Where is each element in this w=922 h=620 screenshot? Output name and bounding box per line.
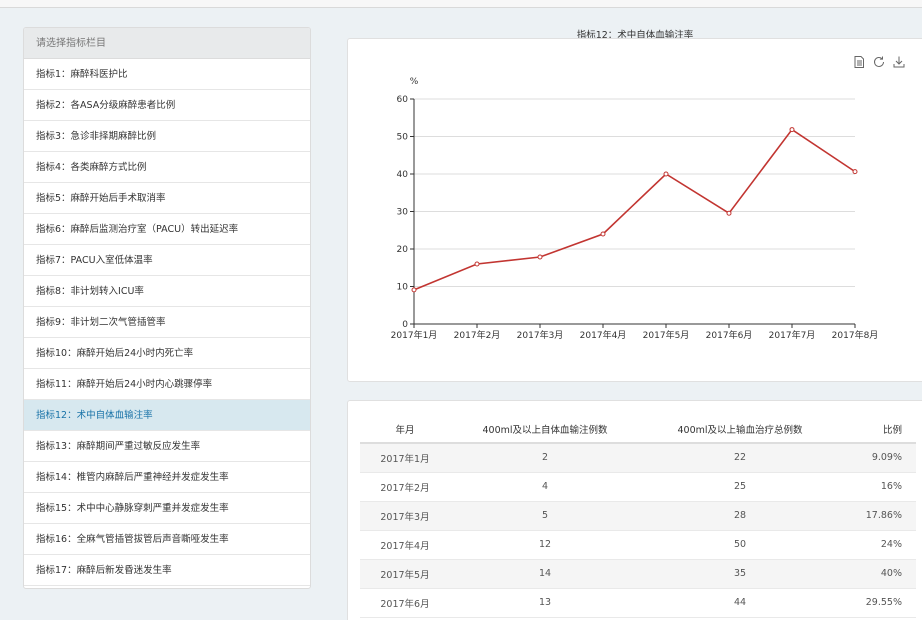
- data-point: [726, 210, 732, 216]
- cell-transfusion-total: 44: [640, 588, 840, 618]
- cell-transfusion-total: 22: [640, 443, 840, 473]
- column-header-ratio: 比例: [840, 415, 916, 444]
- table-row: 2017年4月 12 50 24%: [360, 530, 916, 560]
- sidebar-item-indicator-4[interactable]: 指标4：各类麻醉方式比例: [24, 152, 310, 183]
- data-table: 年月 400ml及以上自体血输注例数 400ml及以上输血治疗总例数 比例 20…: [360, 415, 916, 618]
- data-point: [411, 287, 417, 293]
- x-tick-label: 2017年2月: [454, 329, 501, 341]
- data-point: [600, 231, 606, 237]
- series-line: [413, 128, 856, 291]
- cell-autologous-count: 2: [450, 443, 640, 473]
- sidebar-item-indicator-1[interactable]: 指标1：麻醉科医护比: [24, 59, 310, 90]
- table-row: 2017年5月 14 35 40%: [360, 559, 916, 589]
- table-header-row: 年月 400ml及以上自体血输注例数 400ml及以上输血治疗总例数 比例: [360, 415, 916, 444]
- cell-month: 2017年3月: [360, 501, 450, 531]
- cell-month: 2017年2月: [360, 472, 450, 502]
- cell-autologous-count: 14: [450, 559, 640, 589]
- table-panel: 年月 400ml及以上自体血输注例数 400ml及以上输血治疗总例数 比例 20…: [347, 400, 922, 620]
- x-tick-label: 2017年6月: [706, 329, 753, 341]
- cell-autologous-count: 13: [450, 588, 640, 618]
- y-tick-label: 10: [397, 283, 409, 293]
- y-tick-label: 60: [397, 95, 409, 105]
- cell-autologous-count: 12: [450, 530, 640, 560]
- cell-month: 2017年1月: [360, 443, 450, 473]
- y-tick-label: 30: [397, 208, 409, 218]
- sidebar-item-indicator-17[interactable]: 指标17：麻醉后新发昏迷发生率: [24, 555, 310, 586]
- sidebar-item-indicator-6[interactable]: 指标6：麻醉后监测治疗室（PACU）转出延迟率: [24, 214, 310, 245]
- data-point: [663, 171, 669, 177]
- x-tick-label: 2017年7月: [769, 329, 816, 341]
- sidebar-item-indicator-14[interactable]: 指标14：椎管内麻醉后严重神经并发症发生率: [24, 462, 310, 493]
- cell-ratio: 9.09%: [840, 443, 916, 473]
- cell-ratio: 29.55%: [840, 588, 916, 618]
- indicator-sidebar: 请选择指标栏目 指标1：麻醉科医护比 指标2：各ASA分级麻醉患者比例 指标3：急诊…: [23, 27, 311, 589]
- sidebar-item-indicator-13[interactable]: 指标13：麻醉期间严重过敏反应发生率: [24, 431, 310, 462]
- data-point: [789, 127, 795, 133]
- sidebar-item-indicator-15[interactable]: 指标15：术中中心静脉穿刺严重并发症发生率: [24, 493, 310, 524]
- line-chart: 0 10 20 30 40 50 60% 2017年1月 2017年2月 2017年3月 2017年…: [391, 77, 879, 341]
- sidebar-item-indicator-10[interactable]: 指标10：麻醉开始后24小时内死亡率: [24, 338, 310, 369]
- table-body: 2017年1月 2 22 9.09% 2017年2月 4 25 16% 2017年3月 5 28 17…: [360, 443, 916, 618]
- column-header-month: 年月: [360, 415, 450, 444]
- x-tick-label: 2017年5月: [643, 329, 690, 341]
- data-point: [852, 169, 858, 175]
- x-tick-label: 2017年3月: [517, 329, 564, 341]
- data-point: [537, 254, 543, 260]
- cell-month: 2017年5月: [360, 559, 450, 589]
- sidebar-item-indicator-8[interactable]: 指标8：非计划转入ICU率: [24, 276, 310, 307]
- sidebar-item-indicator-2[interactable]: 指标2：各ASA分级麻醉患者比例: [24, 90, 310, 121]
- sidebar-item-indicator-3[interactable]: 指标3：急诊非择期麻醉比例: [24, 121, 310, 152]
- table-row: 2017年3月 5 28 17.86%: [360, 501, 916, 531]
- cell-ratio: 40%: [840, 559, 916, 589]
- table-row: 2017年1月 2 22 9.09%: [360, 443, 916, 473]
- sidebar-item-indicator-12[interactable]: 指标12：术中自体血输注率: [24, 400, 310, 431]
- column-header-transfusion-total: 400ml及以上输血治疗总例数: [640, 415, 840, 444]
- cell-transfusion-total: 28: [640, 501, 840, 531]
- x-tick-label: 2017年8月: [832, 329, 879, 341]
- y-axis-label: %: [410, 77, 419, 87]
- y-tick-label: 50: [397, 133, 409, 143]
- data-point: [474, 261, 480, 267]
- sidebar-list: 指标1：麻醉科医护比 指标2：各ASA分级麻醉患者比例 指标3：急诊非择期麻醉比例指…: [24, 59, 310, 586]
- cell-ratio: 24%: [840, 530, 916, 560]
- sidebar-item-indicator-11[interactable]: 指标11：麻醉开始后24小时内心跳骤停率: [24, 369, 310, 400]
- column-header-autologous-count: 400ml及以上自体血输注例数: [450, 415, 640, 444]
- chart-panel: 0 10 20 30 40 50 60% 2017年1月 2017年2月 2017年3月 2017年…: [347, 38, 922, 382]
- cell-autologous-count: 5: [450, 501, 640, 531]
- sidebar-header: 请选择指标栏目: [24, 28, 310, 59]
- table-row: 2017年2月 4 25 16%: [360, 472, 916, 502]
- sidebar-item-indicator-16[interactable]: 指标16：全麻气管插管拔管后声音嘶哑发生率: [24, 524, 310, 555]
- table-row: 2017年6月 13 44 29.55%: [360, 588, 916, 618]
- cell-ratio: 17.86%: [840, 501, 916, 531]
- x-tick-label: 2017年4月: [580, 329, 627, 341]
- cell-autologous-count: 4: [450, 472, 640, 502]
- cell-transfusion-total: 50: [640, 530, 840, 560]
- sidebar-item-indicator-9[interactable]: 指标9：非计划二次气管插管率: [24, 307, 310, 338]
- sidebar-item-indicator-5[interactable]: 指标5：麻醉开始后手术取消率: [24, 183, 310, 214]
- cell-ratio: 16%: [840, 472, 916, 502]
- cell-transfusion-total: 35: [640, 559, 840, 589]
- y-tick-label: 0: [402, 320, 408, 330]
- y-tick-label: 40: [397, 170, 409, 180]
- cell-transfusion-total: 25: [640, 472, 840, 502]
- y-tick-label: 20: [397, 245, 409, 255]
- cell-month: 2017年4月: [360, 530, 450, 560]
- x-tick-label: 2017年1月: [391, 329, 438, 341]
- cell-month: 2017年6月: [360, 588, 450, 618]
- browser-bookmarks-strip: [0, 0, 922, 8]
- sidebar-item-indicator-7[interactable]: 指标7：PACU入室低体温率: [24, 245, 310, 276]
